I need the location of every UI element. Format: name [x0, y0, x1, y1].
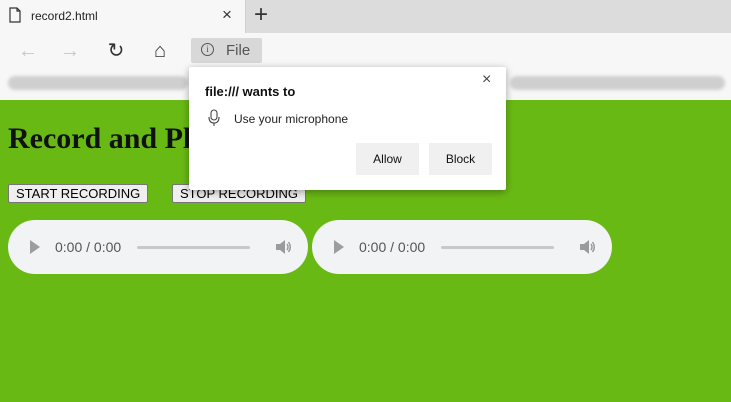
play-icon[interactable]	[334, 240, 344, 254]
audio-player: 0:00 / 0:00	[8, 220, 308, 274]
address-bar[interactable]	[272, 40, 712, 60]
reload-icon[interactable]: ↻	[104, 39, 128, 63]
home-icon[interactable]: ⌂	[148, 39, 172, 63]
popup-title: file:/// wants to	[205, 84, 296, 99]
play-icon[interactable]	[30, 240, 40, 254]
new-tab-icon[interactable]: +	[254, 3, 268, 27]
browser-toolbar: ← → ↻ ⌂ i File	[0, 33, 731, 69]
start-recording-button[interactable]: START RECORDING	[8, 184, 149, 203]
popup-close-icon[interactable]: ×	[482, 71, 491, 89]
info-icon: i	[201, 43, 214, 56]
audio-player: 0:00 / 0:00	[312, 220, 612, 274]
block-button[interactable]: Block	[429, 143, 492, 175]
tab-title: record2.html	[31, 9, 98, 23]
volume-icon[interactable]	[577, 237, 597, 257]
microphone-icon	[208, 109, 220, 126]
favorites-item[interactable]	[8, 76, 188, 90]
tab-strip: record2.html × +	[0, 0, 731, 33]
progress-slider[interactable]	[441, 246, 554, 249]
permission-popup: file:/// wants to × Use your microphone …	[189, 67, 506, 190]
allow-button[interactable]: Allow	[356, 143, 419, 175]
time-display: 0:00 / 0:00	[359, 239, 426, 255]
site-info-chip[interactable]: i File	[191, 38, 262, 63]
forward-icon[interactable]: →	[58, 39, 82, 63]
back-icon[interactable]: ←	[16, 39, 40, 63]
document-icon	[9, 7, 21, 23]
favorites-item[interactable]	[510, 76, 725, 90]
tab-close-icon[interactable]: ×	[222, 6, 232, 24]
volume-icon[interactable]	[273, 237, 293, 257]
progress-slider[interactable]	[137, 246, 250, 249]
permission-text: Use your microphone	[234, 112, 349, 126]
time-display: 0:00 / 0:00	[55, 239, 122, 255]
tab-record2[interactable]: record2.html ×	[0, 0, 246, 33]
site-chip-label: File	[226, 42, 251, 59]
